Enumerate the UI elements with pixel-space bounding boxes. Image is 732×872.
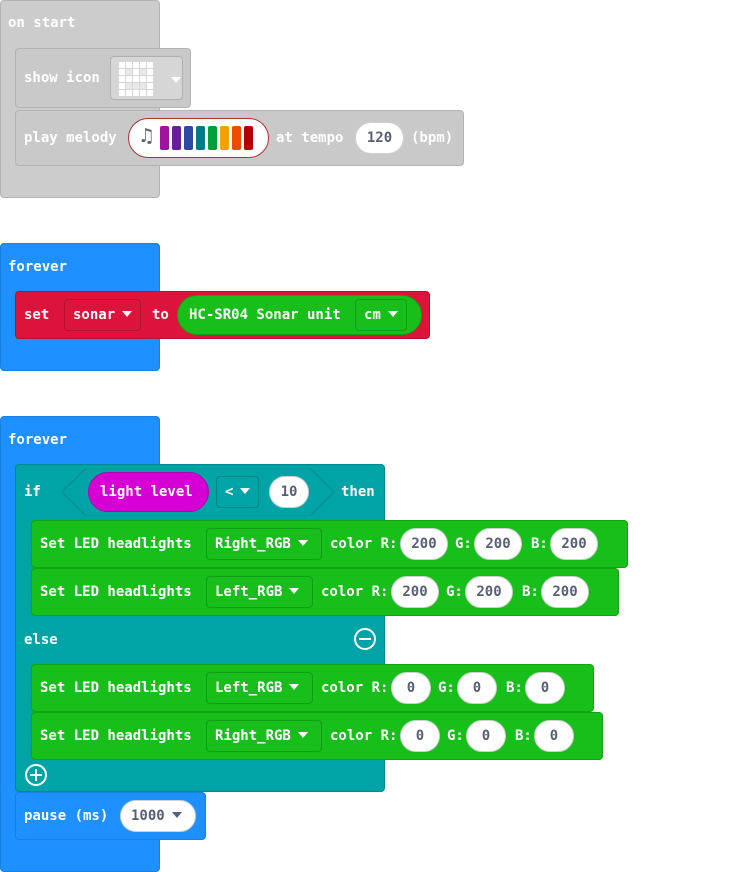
at-tempo-label: at tempo <box>276 130 344 146</box>
melody-note-bar <box>244 126 253 150</box>
blue-input[interactable]: 200 <box>550 528 598 560</box>
g-label: G: <box>438 680 455 696</box>
color-r-label: color R: <box>321 584 389 600</box>
chevron-down-icon <box>297 732 308 738</box>
green-input[interactable]: 0 <box>457 672 497 704</box>
headlight-value: Right_RGB <box>215 536 291 552</box>
chevron-down-icon <box>289 588 300 594</box>
melody-note-bar <box>160 126 169 150</box>
then-label: then <box>341 484 375 500</box>
red-input[interactable]: 0 <box>391 672 431 704</box>
operator-dropdown[interactable]: < <box>216 476 260 508</box>
headlight-dropdown[interactable]: Right_RGB <box>206 528 322 560</box>
headlight-dropdown[interactable]: Right_RGB <box>206 720 322 752</box>
set-led-headlights-label: Set LED headlights <box>40 680 192 696</box>
blue-input[interactable]: 200 <box>541 576 589 608</box>
unit-dropdown[interactable]: cm <box>355 299 407 331</box>
headlight-dropdown[interactable]: Left_RGB <box>206 576 313 608</box>
g-label: G: <box>446 584 463 600</box>
on-start-label: on start <box>8 15 76 31</box>
red-input[interactable]: 200 <box>400 528 448 560</box>
variable-dropdown[interactable]: sonar <box>64 299 142 331</box>
set-led-headlights-label: Set LED headlights <box>40 536 192 552</box>
red-input[interactable]: 200 <box>391 576 439 608</box>
chevron-down-icon <box>240 488 251 494</box>
set-led-headlights-label: Set LED headlights <box>40 584 192 600</box>
g-label: G: <box>455 536 472 552</box>
add-else-if-icon[interactable] <box>25 764 47 786</box>
if-label: if <box>24 484 41 500</box>
pause-duration-dropdown[interactable]: 1000 <box>120 800 196 832</box>
tempo-input[interactable]: 120 <box>355 122 404 154</box>
melody-picker[interactable]: ♫ <box>128 118 269 158</box>
play-melody-label: play melody <box>24 130 117 146</box>
pause-value: 1000 <box>131 808 165 824</box>
color-r-label: color R: <box>321 680 389 696</box>
chevron-down-icon <box>171 812 182 818</box>
else-label: else <box>24 632 58 648</box>
headlight-dropdown[interactable]: Left_RGB <box>206 672 313 704</box>
remove-else-icon[interactable] <box>354 628 376 650</box>
music-note-icon: ♫ <box>138 125 156 147</box>
color-r-label: color R: <box>330 536 398 552</box>
operator-value: < <box>225 484 234 500</box>
threshold-input[interactable]: 10 <box>269 476 309 508</box>
red-input[interactable]: 0 <box>400 720 440 752</box>
melody-note-bar <box>208 126 217 150</box>
set-label: set <box>24 307 50 323</box>
melody-note-bar <box>232 126 241 150</box>
b-label: B: <box>506 680 523 696</box>
melody-note-bar <box>196 126 205 150</box>
pause-label: pause (ms) <box>24 808 109 824</box>
green-input[interactable]: 0 <box>466 720 506 752</box>
chevron-down-icon <box>171 77 181 83</box>
green-input[interactable]: 200 <box>465 576 513 608</box>
melody-note-bar <box>220 126 229 150</box>
g-label: G: <box>447 728 464 744</box>
icon-picker-dropdown[interactable] <box>110 56 183 100</box>
b-label: B: <box>515 728 532 744</box>
blue-input[interactable]: 0 <box>525 672 565 704</box>
green-input[interactable]: 200 <box>474 528 522 560</box>
headlight-value: Left_RGB <box>215 680 283 696</box>
forever-label-1: forever <box>8 259 68 275</box>
unit-value: cm <box>364 307 381 323</box>
sonar-label: HC-SR04 Sonar unit <box>189 307 341 323</box>
chevron-down-icon <box>122 311 133 317</box>
chevron-down-icon <box>289 684 300 690</box>
forever-label-2: forever <box>8 432 68 448</box>
melody-note-bar <box>184 126 193 150</box>
headlight-value: Right_RGB <box>215 728 291 744</box>
led-grid-icon <box>119 62 153 96</box>
light-level-label: light level <box>100 484 193 500</box>
set-led-headlights-label: Set LED headlights <box>40 728 192 744</box>
show-icon-label: show icon <box>24 70 100 86</box>
variable-name: sonar <box>73 307 116 323</box>
to-label: to <box>152 307 169 323</box>
melody-note-bar <box>172 126 181 150</box>
chevron-down-icon <box>387 311 398 317</box>
chevron-down-icon <box>297 540 308 546</box>
headlight-value: Left_RGB <box>215 584 283 600</box>
b-label: B: <box>531 536 548 552</box>
color-r-label: color R: <box>330 728 398 744</box>
bpm-label: (bpm) <box>411 130 454 146</box>
b-label: B: <box>522 584 539 600</box>
blue-input[interactable]: 0 <box>534 720 574 752</box>
